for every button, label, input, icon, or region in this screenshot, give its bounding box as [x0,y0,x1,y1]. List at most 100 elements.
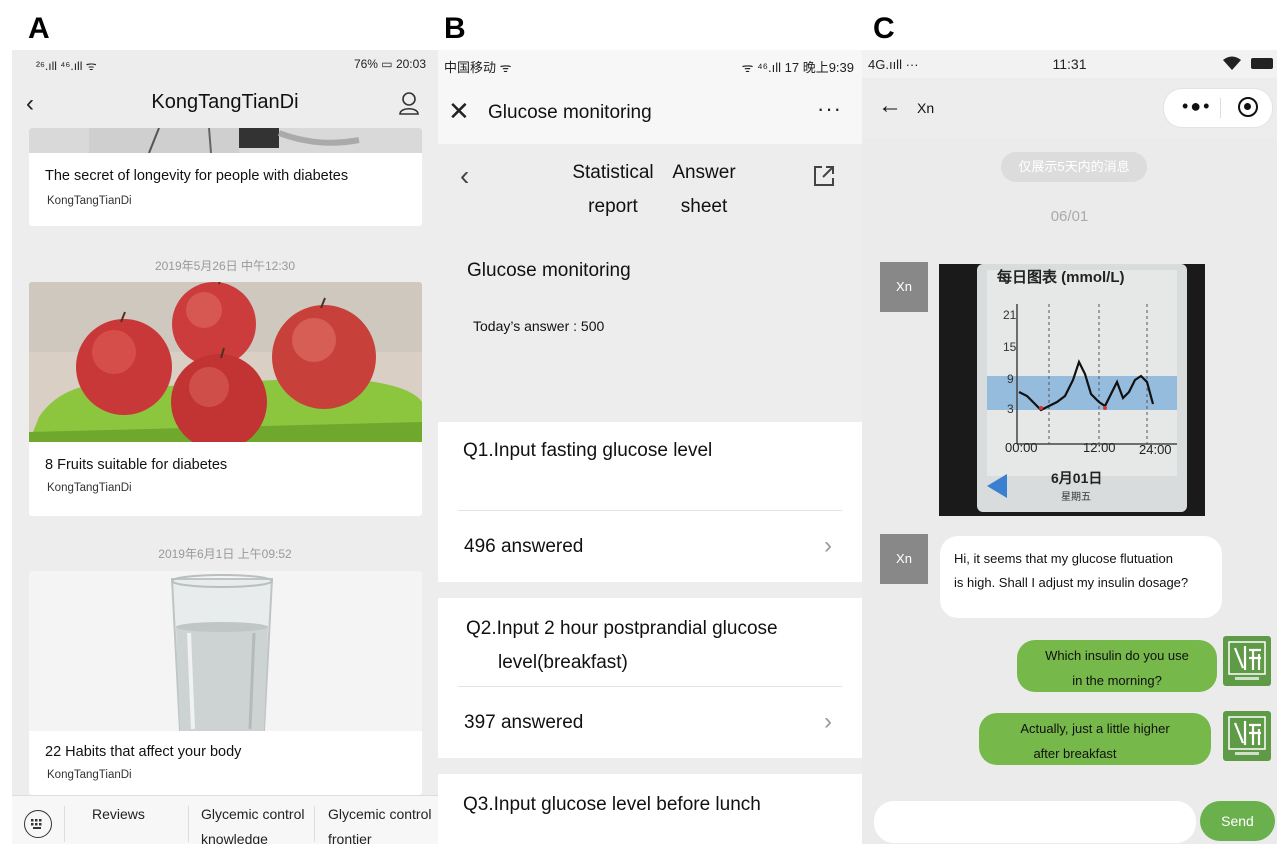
notice-badge: 仅展示5天内的消息 [1001,152,1147,182]
apples-image [29,282,422,442]
article-title: 22 Habits that affect your body [45,744,242,760]
message-text: Hi, it seems that my glucose flutuation [954,551,1173,566]
message-text: after breakfast [1033,746,1117,761]
chart-tick: 21 [1003,308,1017,322]
menu-glycemic-frontier[interactable]: Glycemic control frontier [328,802,431,844]
avatar[interactable] [1223,636,1271,686]
message-text: Actually, just a little higher [1020,721,1170,736]
keyboard-icon[interactable] [24,810,52,838]
signal-status: ²⁶.ıll ⁴⁶.ıll ᯤ [36,59,97,73]
today-answer-count: Today’s answer : 500 [473,318,605,334]
article-title: 8 Fruits suitable for diabetes [45,457,228,473]
question-card[interactable]: Q3.Input glucose level before lunch [438,774,862,844]
menu-divider [64,806,65,842]
chart-tick: 9 [1007,372,1014,386]
water-glass-image [29,571,422,731]
divider [458,510,842,511]
message-bubble-received: Hi, it seems that my glucose flutuation … [940,536,1222,618]
wifi-battery-icon [1221,55,1273,74]
avatar[interactable]: Xn [880,534,928,584]
chart-tick: 12:00 [1083,440,1116,455]
article-card[interactable]: 22 Habits that affect your body KongTang… [29,571,422,795]
article-card[interactable]: The secret of longevity for people with … [29,128,422,226]
tab-label: Answer [672,162,736,183]
menu-label: Glycemic control [328,806,432,822]
more-options-icon[interactable]: ··· [817,96,842,122]
divider [458,686,842,687]
send-button[interactable]: Send [1200,801,1275,841]
account-title: KongTangTianDi [151,91,299,113]
question-text: level(breakfast) [498,652,628,673]
chart-tick: 3 [1007,402,1014,416]
chart-photo-date: 6月01日 [1051,470,1103,486]
avatar[interactable] [1223,711,1271,761]
message-text: in the morning? [1072,673,1162,688]
question-text: Q3.Input glucose level before lunch [463,794,761,815]
chat-input-bar: Send [862,796,1277,844]
question-card[interactable]: Q2.Input 2 hour postprandial glucose lev… [438,598,862,758]
message-bubble-sent: Which insulin do you use in the morning? [1017,640,1217,692]
message-text: is high. Shall I adjust my insulin dosag… [954,575,1189,590]
tab-label: Statistical [572,162,654,183]
figure-label-c: C [873,12,895,45]
menu-label: Glycemic control [201,806,305,822]
bottom-menu-bar: Reviews Glycemic control knowledge Glyce… [12,795,438,844]
battery-time-status: ᯤ ⁴⁶.ıll 17 晚上9:39 [741,60,854,75]
back-chevron-icon[interactable]: ‹ [460,160,469,192]
back-arrow-icon[interactable]: ← [878,92,902,120]
tab-answer-sheet[interactable]: Answer sheet [666,156,742,224]
answered-count: 397 answered [464,712,584,733]
menu-divider [314,806,315,842]
tab-statistical-report[interactable]: Statistical report [568,156,658,224]
article-author: KongTangTianDi [47,195,132,207]
survey-title: Glucose monitoring [467,260,631,281]
menu-reviews[interactable]: Reviews [92,802,145,827]
avatar[interactable]: Xn [880,262,928,312]
menu-label: Reviews [92,806,145,822]
tab-label: sheet [680,196,728,217]
chart-photo-title: 每日图表 (mmol/L) [997,269,1125,286]
chart-photo-weekday: 星期五 [1061,492,1091,503]
battery-time-status: 76% ▭ 20:03 [353,57,426,71]
chart-tick: 00:00 [1005,440,1038,455]
tab-label: report [588,196,638,217]
panel-a-article-list: ²⁶.ıll ⁴⁶.ıll ᯤ 76% ▭ 20:03 ‹ KongTangTi… [12,50,438,844]
article-thumbnail [29,128,422,153]
message-bubble-sent: Actually, just a little higher after bre… [979,713,1211,765]
status-bar: ²⁶.ıll ⁴⁶.ıll ᯤ 76% ▭ 20:03 [12,50,438,78]
post-date: 2019年5月26日 中午12:30 [154,259,296,273]
menu-glycemic-knowledge[interactable]: Glycemic control knowledge [201,802,304,844]
page-title: Glucose monitoring [488,102,652,123]
close-miniprogram-icon[interactable] [1238,97,1258,117]
question-text: Q2.Input 2 hour postprandial glucose [466,618,778,639]
status-bar: 中国移动 ᯤ ᯤ ⁴⁶.ıll 17 晚上9:39 [438,50,862,80]
panel-b-glucose-monitoring: 中国移动 ᯤ ᯤ ⁴⁶.ıll 17 晚上9:39 ✕ Glucose moni… [438,50,862,844]
title-bar: ‹ KongTangTianDi [12,78,438,128]
glucose-chart-photo[interactable]: 每日图表 (mmol/L) 21 15 9 3 00:00 12:00 24:0… [939,264,1205,516]
menu-divider [188,806,189,842]
article-card[interactable]: 8 Fruits suitable for diabetes KongTangT… [29,282,422,516]
status-bar: 4G.ııll ··· 11:31 [862,50,1277,78]
article-author: KongTangTianDi [47,769,132,781]
chart-tick: 24:00 [1139,442,1172,457]
answered-count: 496 answered [464,536,584,557]
more-options-icon[interactable]: •●• [1182,96,1211,117]
chart-tick: 15 [1003,340,1017,354]
carrier-status: 中国移动 ᯤ [444,60,512,75]
chat-date: 06/01 [1050,208,1089,225]
capsule-divider [1220,98,1221,118]
post-date: 2019年6月1日 上午09:52 [158,547,292,561]
contact-name: Xn [917,100,935,116]
article-title: The secret of longevity for people with … [45,168,349,184]
message-input[interactable] [874,801,1196,843]
panel-c-chat: 4G.ııll ··· 11:31 ← Xn •●• 仅展示5天内的消息 06/… [862,50,1277,844]
menu-label: knowledge [201,831,268,844]
close-icon[interactable]: ✕ [448,96,470,127]
figure-label-a: A [28,12,50,45]
chevron-right-icon: › [824,532,832,559]
status-time: 11:31 [1052,56,1087,72]
question-card[interactable]: Q1.Input fasting glucose level 496 answe… [438,422,862,582]
message-text: Which insulin do you use [1045,648,1189,663]
user-profile-icon[interactable] [398,91,420,120]
share-icon[interactable] [812,164,836,193]
